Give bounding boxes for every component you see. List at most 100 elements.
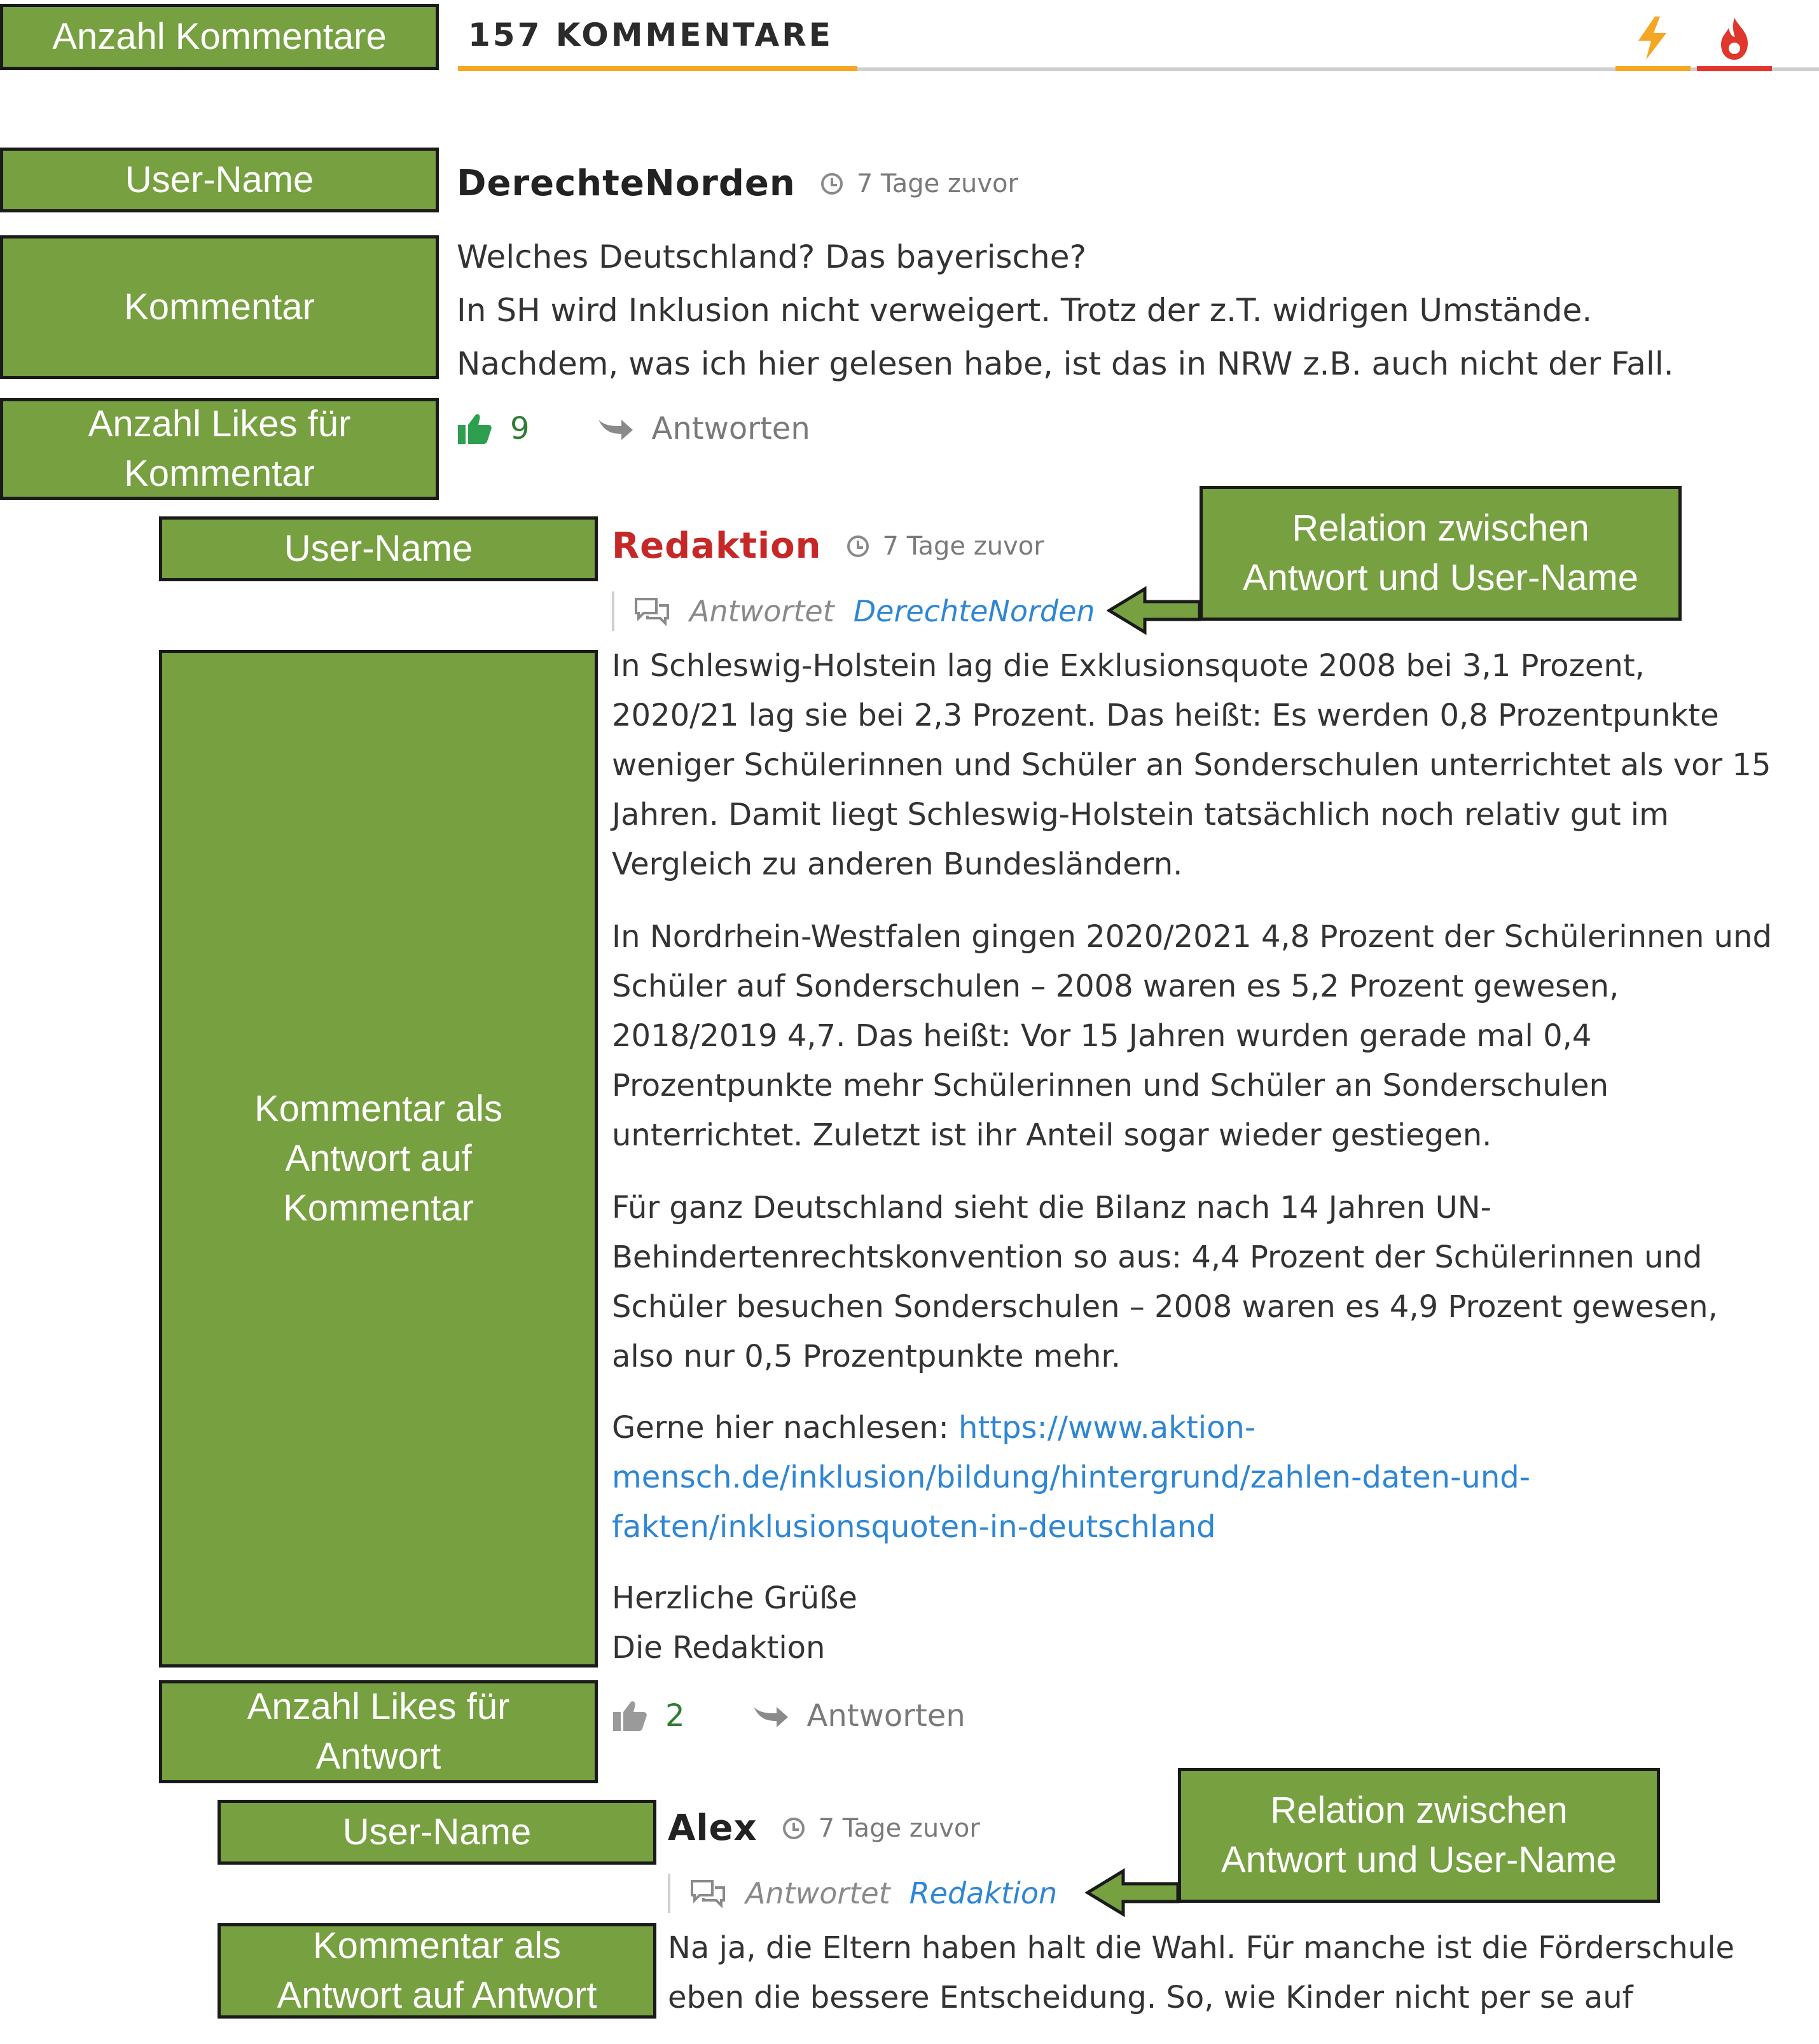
comment-count: 157 KOMMENTARE	[468, 17, 833, 53]
reply-to-indicator: Antwortet Redaktion	[668, 1874, 1057, 1913]
comment-actions: 9 Antworten	[457, 411, 810, 446]
annotation-text: Antwort auf	[285, 1138, 472, 1179]
source-link[interactable]: https://www.aktion-	[958, 1410, 1255, 1446]
text-line: Die Redaktion	[612, 1630, 826, 1666]
annotation-text: Kommentar als	[254, 1088, 503, 1129]
text-line: mensch.de/inklusion/bildung/hintergrund/…	[612, 1453, 1814, 1502]
user-name[interactable]: Redaktion	[612, 525, 822, 567]
reply-to-user[interactable]: DerechteNorden	[854, 594, 1095, 628]
source-link[interactable]: fakten/inklusionsquoten-in-deutschland	[612, 1509, 1216, 1545]
text-line: Schüler besuchen Sonderschulen – 2008 wa…	[612, 1289, 1718, 1325]
reply-prefix: Antwortet	[745, 1876, 890, 1910]
text-line: eben die bessere Entscheidung. So, wie K…	[668, 1980, 1633, 2015]
text-line: 2020/21 lag sie bei 2,3 Prozent. Das hei…	[612, 698, 1719, 733]
lightning-icon[interactable]	[1635, 15, 1670, 61]
timestamp-text: 7 Tage zuvor	[818, 1813, 980, 1843]
annotation-user-name-1: User-Name	[0, 148, 439, 212]
text-line: unterrichtet. Zuletzt ist ihr Anteil sog…	[612, 1117, 1492, 1153]
annotation-text: User-Name	[125, 159, 314, 200]
text-line: In Nordrhein-Westfalen gingen 2020/2021 …	[612, 919, 1772, 955]
annotation-user-name-3: User-Name	[218, 1800, 656, 1865]
comments-icon	[635, 598, 669, 626]
reply-button[interactable]: Antworten	[596, 411, 810, 446]
text-line: Na ja, die Eltern haben halt die Wahl. F…	[668, 1930, 1735, 1966]
reply-label: Antworten	[806, 1698, 965, 1734]
user-name[interactable]: Alex	[668, 1807, 757, 1849]
thumbs-up-icon[interactable]	[457, 412, 492, 445]
comment: DerechteNorden 7 Tage zuvor	[457, 163, 1805, 204]
relation-arrow-2	[1085, 1868, 1180, 1917]
paragraph: In Nordrhein-Westfalen gingen 2020/2021 …	[612, 912, 1814, 1160]
annotation-text: Anzahl Likes für	[247, 1686, 510, 1727]
paragraph: Für ganz Deutschland sieht die Bilanz na…	[612, 1183, 1814, 1381]
thumbs-up-icon[interactable]	[612, 1699, 647, 1732]
header-active-indicator	[458, 66, 857, 71]
annotation-text: Kommentar	[124, 286, 315, 328]
text-line: Behindertenrechtskonvention so aus: 4,4 …	[612, 1240, 1703, 1275]
flame-icon[interactable]	[1717, 15, 1752, 61]
nested-reply-body: Na ja, die Eltern haben halt die Wahl. F…	[668, 1923, 1813, 2022]
text-line: fakten/inklusionsquoten-in-deutschland	[612, 1502, 1814, 1552]
annotation-text: User-Name	[342, 1811, 532, 1853]
reply-to-indicator: Antwortet DerechteNorden	[612, 591, 1095, 631]
text-line: In Schleswig-Holstein lag die Exklusions…	[612, 648, 1645, 684]
lightning-tab-indicator	[1615, 66, 1691, 71]
comments-icon	[691, 1880, 725, 1908]
comment-line: Welches Deutschland? Das bayerische?	[457, 238, 1087, 275]
annotation-likes-antwort: Anzahl Likes für Antwort	[159, 1680, 598, 1783]
annotation-kommentar: Kommentar	[0, 235, 439, 379]
text-line: Für ganz Deutschland sieht die Bilanz na…	[612, 1190, 1491, 1226]
reply-button[interactable]: Antworten	[751, 1698, 965, 1734]
text-line: weniger Schülerinnen und Schüler an Sond…	[612, 747, 1771, 783]
annotation-text: Anzahl Likes für	[88, 403, 351, 445]
text-line: Jahren. Damit liegt Schleswig-Holstein t…	[612, 797, 1669, 832]
annotation-text: Kommentar als	[312, 1925, 562, 1966]
annotation-likes-kommentar: Anzahl Likes für Kommentar	[0, 398, 439, 500]
annotation-text: Anzahl Kommentare	[52, 16, 387, 57]
flame-tab-indicator	[1697, 66, 1772, 71]
source-link[interactable]: mensch.de/inklusion/bildung/hintergrund/…	[612, 1460, 1530, 1495]
nested-reply-comment: Alex 7 Tage zuvor	[668, 1807, 1806, 1849]
annotation-text: Antwort auf Antwort	[277, 1975, 597, 2016]
paragraph: In Schleswig-Holstein lag die Exklusions…	[612, 641, 1814, 889]
relation-arrow-1	[1107, 586, 1201, 635]
annotation-text: Kommentar	[283, 1187, 474, 1229]
reply-actions: 2 Antworten	[612, 1698, 965, 1734]
user-name[interactable]: DerechteNorden	[457, 163, 796, 204]
annotation-user-name-2: User-Name	[159, 516, 598, 581]
reply-comment: Redaktion 7 Tage zuvor	[612, 525, 1808, 567]
reply-label: Antworten	[651, 411, 810, 446]
text-line: Herzliche Grüße	[612, 1580, 857, 1616]
text-line: Prozentpunkte mehr Schülerinnen und Schü…	[612, 1068, 1608, 1103]
clock-icon	[782, 1817, 805, 1839]
like-count: 2	[665, 1698, 685, 1734]
annotation-antwort-auf-kommentar: Kommentar als Antwort auf Kommentar	[159, 650, 598, 1668]
annotation-text: Kommentar	[124, 453, 315, 494]
timestamp-text: 7 Tage zuvor	[882, 531, 1044, 561]
reply-prefix: Antwortet	[689, 594, 834, 628]
reply-arrow-icon	[753, 1707, 788, 1727]
comment-line: Nachdem, was ich hier gelesen habe, ist …	[457, 345, 1674, 382]
comment-line: In SH wird Inklusion nicht verweigert. T…	[457, 292, 1593, 329]
text-line: Schüler auf Sonderschulen – 2008 waren e…	[612, 969, 1619, 1004]
text-line: 2018/2019 4,7. Das heißt: Vor 15 Jahren …	[612, 1018, 1592, 1054]
like-count: 9	[510, 411, 530, 446]
reply-to-user[interactable]: Redaktion	[910, 1876, 1057, 1910]
text-line: also nur 0,5 Prozentpunkte mehr.	[612, 1339, 1121, 1374]
comment-timestamp: 7 Tage zuvor	[782, 1813, 980, 1843]
annotation-text: User-Name	[284, 528, 473, 569]
comment-timestamp: 7 Tage zuvor	[847, 532, 1044, 561]
clock-icon	[847, 535, 869, 557]
timestamp-text: 7 Tage zuvor	[856, 169, 1018, 198]
reply-body: In Schleswig-Holstein lag die Exklusions…	[612, 641, 1814, 1673]
comment-timestamp: 7 Tage zuvor	[820, 169, 1018, 198]
reply-arrow-icon	[598, 420, 633, 440]
link-prefix: Gerne hier nachlesen:	[612, 1410, 959, 1446]
clock-icon	[820, 172, 843, 195]
signoff: Herzliche Grüße Die Redaktion	[612, 1573, 1814, 1673]
text-line: Gerne hier nachlesen: https://www.aktion…	[612, 1403, 1814, 1453]
text-line: Vergleich zu anderen Bundesländern.	[612, 846, 1183, 882]
annotation-text: Antwort	[315, 1736, 441, 1777]
annotation-anzahl-kommentare: Anzahl Kommentare	[0, 4, 439, 70]
paragraph-link: Gerne hier nachlesen: https://www.aktion…	[612, 1403, 1814, 1552]
